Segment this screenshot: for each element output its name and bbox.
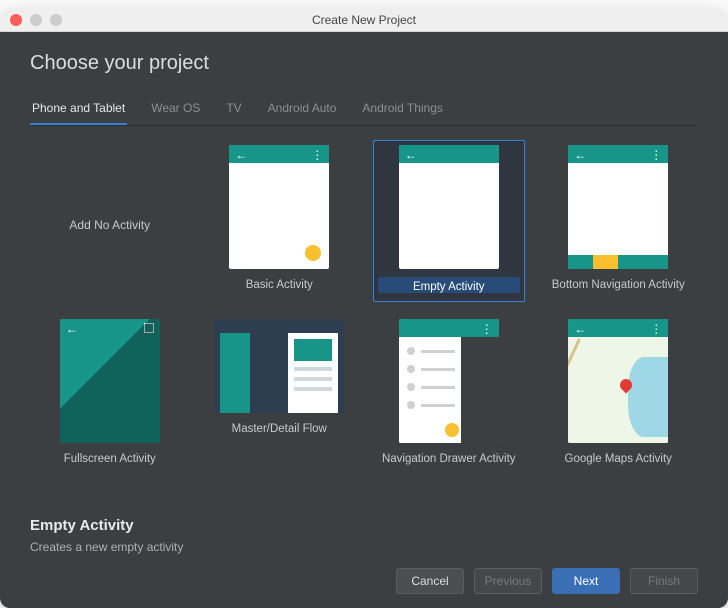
map-road-icon [568, 338, 581, 435]
bottom-nav-selected-icon [593, 255, 618, 269]
previous-button[interactable]: Previous [474, 568, 542, 594]
content-shadow-icon [461, 337, 499, 443]
dialog-window: Create New Project Choose your project P… [0, 8, 728, 608]
device-tabs: Phone and Tablet Wear OS TV Android Auto… [30, 95, 698, 126]
template-label: Empty Activity [378, 277, 520, 293]
template-label: Navigation Drawer Activity [378, 451, 520, 467]
tab-wear-os[interactable]: Wear OS [149, 95, 202, 125]
template-google-maps-activity[interactable]: ← ⋮ Google Maps Activity [543, 314, 695, 476]
titlebar: Create New Project [0, 8, 728, 32]
window-title: Create New Project [0, 13, 728, 27]
template-label: Master/Detail Flow [209, 421, 351, 437]
template-label: Google Maps Activity [548, 451, 690, 467]
shadow-overlay-icon [60, 319, 160, 443]
page-heading: Choose your project [30, 52, 698, 75]
template-thumb: ← ⋮ [568, 319, 668, 443]
tab-tv[interactable]: TV [224, 95, 243, 125]
template-thumb: ← ⋮ [229, 145, 329, 269]
bottom-nav-icon [568, 255, 668, 269]
template-empty-activity[interactable]: ← Empty Activity [373, 140, 525, 302]
dialog-footer: Cancel Previous Next Finish [30, 568, 698, 594]
template-label: Add No Activity [35, 149, 185, 301]
template-grid: Add No Activity ← ⋮ Basic Activity [30, 126, 698, 486]
map-water-icon [628, 357, 668, 437]
template-fullscreen-activity[interactable]: ← Fullscreen Activity [34, 314, 186, 476]
overflow-menu-icon: ⋮ [650, 323, 662, 335]
template-label: Bottom Navigation Activity [548, 277, 690, 293]
tab-android-auto[interactable]: Android Auto [266, 95, 339, 125]
description-text: Creates a new empty activity [30, 540, 698, 554]
template-bottom-navigation-activity[interactable]: ← ⋮ Bottom Navigation Activity [543, 140, 695, 302]
master-pane-icon [220, 333, 250, 413]
template-label: Fullscreen Activity [39, 451, 181, 467]
template-thumb: ⋮ [399, 319, 499, 443]
fab-icon [445, 423, 459, 437]
template-master-detail-flow[interactable]: Master/Detail Flow [204, 314, 356, 476]
template-navigation-drawer-activity[interactable]: ⋮ Navigation Drawer Activity [373, 314, 525, 476]
tab-phone-and-tablet[interactable]: Phone and Tablet [30, 95, 127, 125]
template-thumb [214, 319, 344, 413]
template-description: Empty Activity Creates a new empty activ… [30, 517, 698, 554]
template-basic-activity[interactable]: ← ⋮ Basic Activity [204, 140, 356, 302]
overflow-menu-icon: ⋮ [311, 149, 323, 161]
back-arrow-icon: ← [235, 149, 247, 161]
template-thumb: ← [60, 319, 160, 443]
template-add-no-activity[interactable]: Add No Activity [34, 140, 186, 302]
back-arrow-icon: ← [574, 323, 586, 335]
detail-pane-icon [288, 333, 338, 413]
tab-android-things[interactable]: Android Things [360, 95, 445, 125]
template-thumb: ← [399, 145, 499, 269]
back-arrow-icon: ← [574, 149, 586, 161]
cancel-button[interactable]: Cancel [396, 568, 464, 594]
map-background-icon [568, 337, 668, 443]
finish-button[interactable]: Finish [630, 568, 698, 594]
description-title: Empty Activity [30, 517, 698, 534]
template-thumb: ← ⋮ [568, 145, 668, 269]
template-grid-scroll[interactable]: Add No Activity ← ⋮ Basic Activity [30, 126, 698, 509]
template-label: Basic Activity [209, 277, 351, 293]
next-button[interactable]: Next [552, 568, 620, 594]
fab-icon [305, 245, 321, 261]
dialog-content: Choose your project Phone and Tablet Wea… [0, 32, 728, 608]
overflow-menu-icon: ⋮ [481, 323, 493, 335]
overflow-menu-icon: ⋮ [650, 149, 662, 161]
back-arrow-icon: ← [405, 149, 417, 161]
